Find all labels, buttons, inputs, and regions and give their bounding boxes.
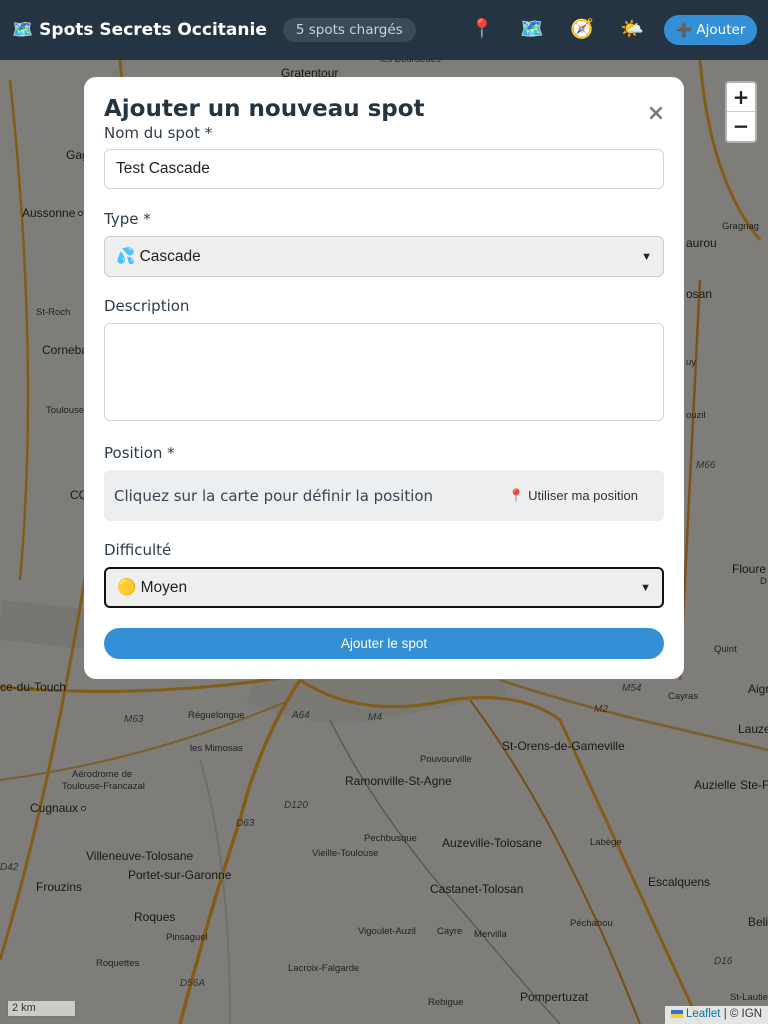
map-attribution: Leaflet | © IGN <box>664 1006 768 1024</box>
attribution-text: | © IGN <box>723 1008 762 1020</box>
position-label: Position * <box>104 444 175 462</box>
map-icon[interactable]: 🗺️ <box>520 17 544 43</box>
pin-icon: 📍 <box>507 487 525 503</box>
difficulty-label: Difficulté <box>104 541 172 559</box>
chevron-down-icon: ▼ <box>640 581 651 594</box>
close-icon[interactable]: × <box>646 101 666 126</box>
type-label: Type * <box>104 210 151 228</box>
difficulty-selected-value: 🟡 Moyen <box>117 579 188 596</box>
top-bar: 🗺️ Spots Secrets Occitanie 5 spots charg… <box>0 0 768 60</box>
add-label: Ajouter <box>696 22 746 38</box>
leaflet-link[interactable]: Leaflet <box>686 1008 721 1020</box>
zoom-control: + − <box>725 81 757 143</box>
map-icon: 🗺️ <box>12 20 34 40</box>
spot-name-input[interactable]: Test Cascade <box>104 149 664 189</box>
add-spot-modal: Ajouter un nouveau spot × Nom du spot * … <box>84 77 684 679</box>
position-hint: Cliquez sur la carte pour définir la pos… <box>114 486 434 505</box>
type-select[interactable]: 💦 Cascade ▼ <box>104 236 664 277</box>
description-textarea[interactable] <box>104 323 664 421</box>
plus-icon: ➕ <box>675 22 693 38</box>
description-label: Description <box>104 297 190 315</box>
weather-icon[interactable]: 🌤️ <box>620 17 644 43</box>
modal-title: Ajouter un nouveau spot <box>104 96 425 122</box>
difficulty-select[interactable]: 🟡 Moyen ▼ <box>104 567 664 608</box>
ukraine-flag-icon <box>670 1009 683 1018</box>
spots-count-badge: 5 spots chargés <box>282 18 416 42</box>
add-spot-button[interactable]: ➕ Ajouter <box>664 15 757 45</box>
name-label: Nom du spot * <box>104 124 213 142</box>
zoom-out-button[interactable]: − <box>727 112 755 141</box>
use-my-location-button[interactable]: 📍 Utiliser ma position <box>502 484 654 508</box>
chevron-down-icon: ▼ <box>641 250 652 263</box>
toolbar: 📍 🗺️ 🧭 🌤️ <box>470 17 644 43</box>
zoom-in-button[interactable]: + <box>727 83 755 112</box>
geo-button-label: Utiliser ma position <box>528 488 638 503</box>
app-brand: 🗺️ Spots Secrets Occitanie <box>12 20 267 40</box>
position-box: Cliquez sur la carte pour définir la pos… <box>104 470 664 521</box>
submit-spot-button[interactable]: Ajouter le spot <box>104 628 664 659</box>
type-selected-value: 💦 Cascade <box>116 248 201 265</box>
app-title: Spots Secrets Occitanie <box>39 20 267 40</box>
compass-tool-icon[interactable]: 🧭 <box>570 17 594 43</box>
map-scale: 2 km <box>6 1001 77 1018</box>
pin-icon[interactable]: 📍 <box>470 17 494 43</box>
